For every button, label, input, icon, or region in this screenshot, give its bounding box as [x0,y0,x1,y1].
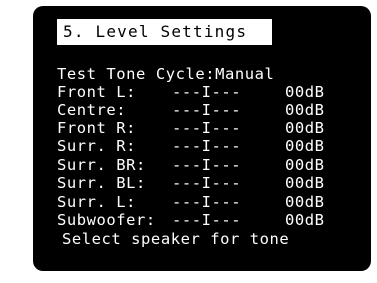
channel-label: Front L: [57,83,137,101]
level-value: 00dB [285,119,325,137]
level-bar: ---I--- [172,193,242,211]
channel-row-front-right[interactable]: Front R: ---I--- 00dB [57,119,324,137]
level-value: 00dB [285,193,325,211]
level-bar: ---I--- [172,83,242,101]
test-tone-cycle-setting[interactable]: Test Tone Cycle:Manual [57,65,274,83]
menu-title-box: 5. Level Settings [57,19,272,45]
channel-row-centre[interactable]: Centre: ---I--- 00dB [57,101,324,119]
level-value: 00dB [285,156,325,174]
channel-row-surround-back-right[interactable]: Surr. BR: ---I--- 00dB [57,156,324,174]
level-value: 00dB [285,101,325,119]
channel-label: Centre: [57,101,127,119]
channel-label: Front R: [57,119,137,137]
level-bar: ---I--- [172,156,242,174]
level-bar: ---I--- [172,137,242,155]
channel-row-surround-back-left[interactable]: Surr. BL: ---I--- 00dB [57,174,324,192]
level-value: 00dB [285,137,325,155]
level-value: 00dB [285,83,325,101]
channel-label: Surr. BL: [57,174,146,192]
level-value: 00dB [285,174,325,192]
level-bar: ---I--- [172,211,242,229]
menu-title: 5. Level Settings [63,22,248,41]
channel-label: Surr. BR: [57,156,146,174]
channel-row-front-left[interactable]: Front L: ---I--- 00dB [57,83,324,101]
channel-row-surround-right[interactable]: Surr. R: ---I--- 00dB [57,137,324,155]
level-value: 00dB [285,211,325,229]
channel-label: Surr. L: [57,193,137,211]
channel-label: Surr. R: [57,137,137,155]
level-bar: ---I--- [172,101,242,119]
channel-row-subwoofer[interactable]: Subwoofer: ---I--- 00dB [57,211,324,229]
channel-row-surround-left[interactable]: Surr. L: ---I--- 00dB [57,193,324,211]
channel-label: Subwoofer: [57,211,156,229]
level-bar: ---I--- [172,174,242,192]
footer-hint: Select speaker for tone [62,230,290,248]
level-bar: ---I--- [172,119,242,137]
